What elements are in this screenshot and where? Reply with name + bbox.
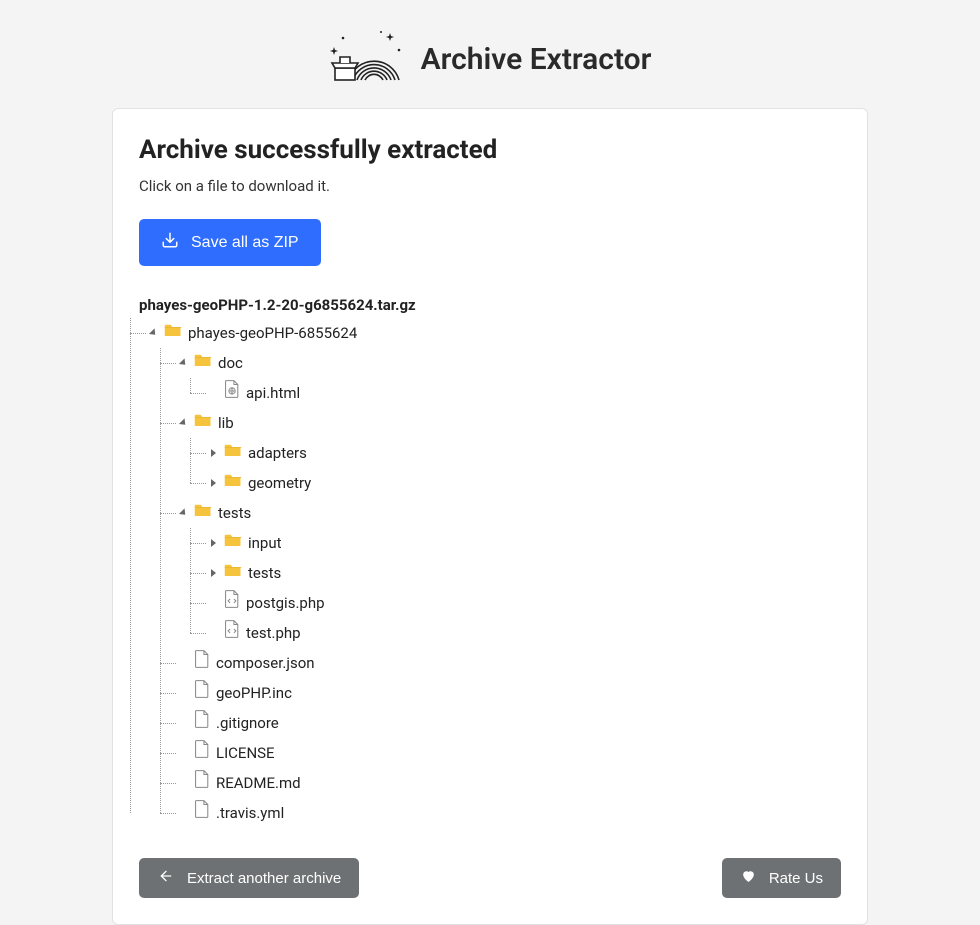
tree-folder[interactable]: doc [181, 348, 841, 378]
expand-toggle-icon[interactable] [211, 539, 216, 547]
tree-node-label[interactable]: doc [218, 348, 243, 378]
file-icon [194, 708, 210, 738]
tree-folder[interactable]: tests [181, 498, 841, 528]
tree-node-label[interactable]: adapters [248, 438, 307, 468]
tree-folder[interactable]: tests [211, 558, 841, 588]
tree-node-label[interactable]: test.php [246, 618, 301, 648]
file-icon [194, 648, 210, 678]
tree-node-label[interactable]: composer.json [216, 648, 315, 678]
tree-folder[interactable]: input [211, 528, 841, 558]
rate-us-button[interactable]: Rate Us [722, 858, 841, 898]
tree-folder[interactable]: adapters [211, 438, 841, 468]
extract-another-button[interactable]: Extract another archive [139, 858, 359, 898]
file-icon [194, 678, 210, 708]
extract-another-label: Extract another archive [187, 870, 341, 887]
tree-folder[interactable]: lib [181, 408, 841, 438]
card-subtitle: Click on a file to download it. [139, 177, 841, 195]
collapse-toggle-icon[interactable] [179, 358, 188, 367]
app-logo-icon [329, 30, 407, 88]
collapse-toggle-icon[interactable] [149, 328, 158, 337]
tree-file[interactable]: api.html [211, 378, 841, 408]
tree-node-label[interactable]: .gitignore [216, 708, 279, 738]
folder-icon [194, 408, 212, 438]
expand-toggle-icon[interactable] [211, 569, 216, 577]
arrow-left-icon [157, 868, 175, 888]
collapse-toggle-icon[interactable] [179, 508, 188, 517]
heart-icon [740, 868, 757, 888]
tree-file[interactable]: geoPHP.inc [181, 678, 841, 708]
tree-node-label[interactable]: tests [248, 558, 281, 588]
tree-node-label[interactable]: tests [218, 498, 251, 528]
tree-folder[interactable]: phayes-geoPHP-6855624 [151, 318, 841, 348]
folder-icon [164, 318, 182, 348]
tree-node-label[interactable]: api.html [246, 378, 300, 408]
rate-us-label: Rate Us [769, 870, 823, 887]
result-card: Archive successfully extracted Click on … [112, 108, 868, 925]
app-title: Archive Extractor [421, 42, 652, 77]
save-all-label: Save all as ZIP [191, 234, 299, 252]
expand-toggle-icon[interactable] [211, 449, 216, 457]
save-all-button[interactable]: Save all as ZIP [139, 219, 321, 266]
file-code-icon [224, 588, 240, 618]
tree-node-label[interactable]: LICENSE [216, 738, 275, 768]
tree-file[interactable]: .travis.yml [181, 798, 841, 828]
tree-file[interactable]: LICENSE [181, 738, 841, 768]
card-footer: Extract another archive Rate Us [139, 858, 841, 898]
file-icon [194, 798, 210, 828]
folder-icon [224, 468, 242, 498]
folder-icon [224, 528, 242, 558]
file-tree: phayes-geoPHP-6855624docapi.html lib adapt… [139, 318, 841, 828]
folder-icon [224, 438, 242, 468]
tree-file[interactable]: postgis.php [211, 588, 841, 618]
tree-node-label[interactable]: lib [218, 408, 234, 438]
tree-file[interactable]: composer.json [181, 648, 841, 678]
tree-node-label[interactable]: README.md [216, 768, 301, 798]
card-title: Archive successfully extracted [139, 135, 841, 165]
download-icon [161, 231, 179, 254]
tree-file[interactable]: .gitignore [181, 708, 841, 738]
collapse-toggle-icon[interactable] [179, 418, 188, 427]
tree-node-label[interactable]: .travis.yml [216, 798, 284, 828]
tree-node-label[interactable]: geoPHP.inc [216, 678, 292, 708]
file-code-icon [224, 618, 240, 648]
tree-file[interactable]: README.md [181, 768, 841, 798]
file-icon [194, 738, 210, 768]
file-icon [194, 768, 210, 798]
file-html-icon [224, 378, 240, 408]
tree-node-label[interactable]: phayes-geoPHP-6855624 [188, 318, 357, 348]
archive-filename: phayes-geoPHP-1.2-20-g6855624.tar.gz [139, 296, 841, 314]
app-header: Archive Extractor [0, 0, 980, 108]
folder-icon [224, 558, 242, 588]
folder-icon [194, 498, 212, 528]
tree-node-label[interactable]: input [248, 528, 282, 558]
tree-file[interactable]: test.php [211, 618, 841, 648]
tree-node-label[interactable]: postgis.php [246, 588, 325, 618]
expand-toggle-icon[interactable] [211, 479, 216, 487]
folder-icon [194, 348, 212, 378]
tree-folder[interactable]: geometry [211, 468, 841, 498]
tree-node-label[interactable]: geometry [248, 468, 311, 498]
